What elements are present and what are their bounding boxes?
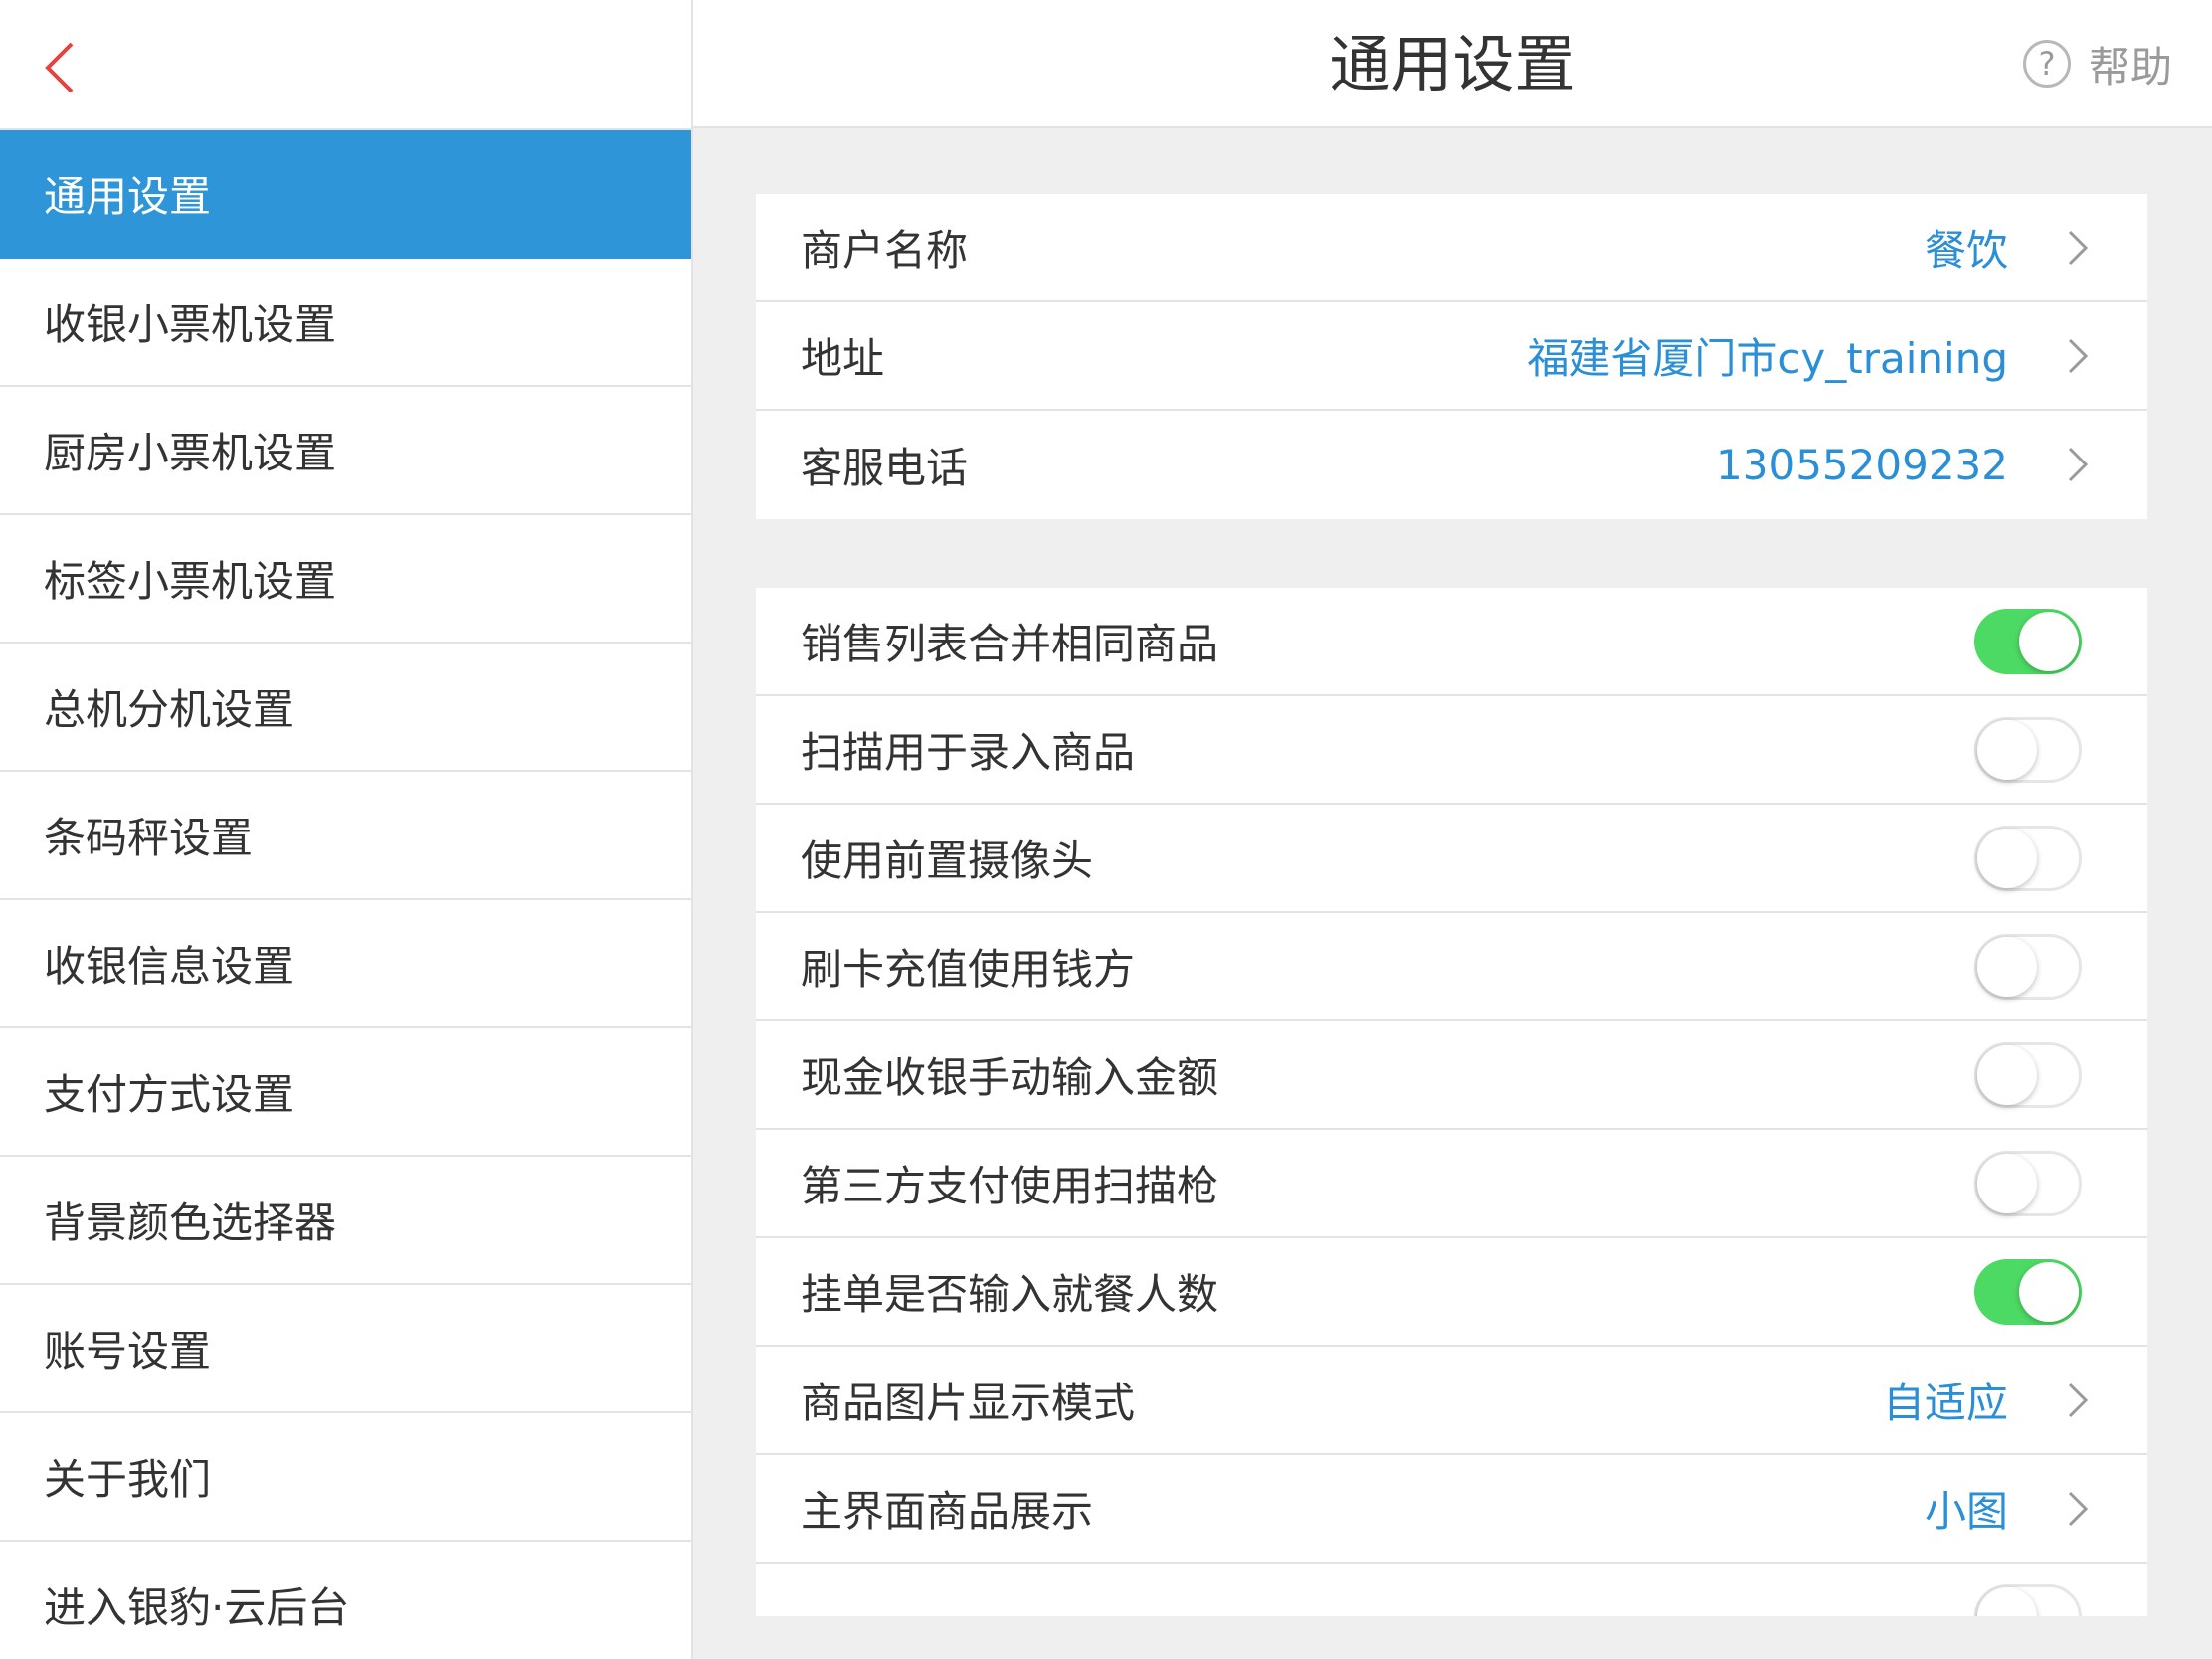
sidebar-item-barcode-scale[interactable]: 条码秤设置 bbox=[0, 772, 691, 900]
toggle-knob bbox=[2019, 612, 2079, 671]
chevron-right-icon bbox=[2068, 1382, 2089, 1418]
toggle-knob bbox=[1977, 1587, 2037, 1616]
back-chevron-icon[interactable] bbox=[40, 38, 80, 97]
image-mode-label: 商品图片显示模式 bbox=[801, 1379, 1136, 1427]
address-value: 福建省厦门市cy_training bbox=[1527, 334, 2008, 383]
cash-manual-label: 现金收银手动输入金额 bbox=[801, 1053, 1219, 1102]
main-display-label: 主界面商品展示 bbox=[801, 1487, 1094, 1536]
merge-items-toggle[interactable] bbox=[1974, 609, 2082, 674]
third-party-scanner-label: 第三方支付使用扫描枪 bbox=[801, 1162, 1219, 1210]
sidebar-item-general-settings[interactable]: 通用设置 bbox=[0, 130, 691, 259]
sidebar-top bbox=[0, 0, 691, 130]
chevron-right-icon bbox=[2068, 447, 2089, 482]
image-mode-value: 自适应 bbox=[1882, 1379, 2008, 1427]
address-label: 地址 bbox=[801, 334, 885, 383]
sidebar-item-cashier-info[interactable]: 收银信息设置 bbox=[0, 900, 691, 1028]
main-display-value: 小图 bbox=[1924, 1487, 2008, 1536]
card-recharge-row: 刷卡充值使用钱方 bbox=[756, 913, 2147, 1021]
scan-input-row: 扫描用于录入商品 bbox=[756, 696, 2147, 805]
third-party-scanner-toggle[interactable] bbox=[1974, 1151, 2082, 1216]
toggle-knob bbox=[2019, 1262, 2079, 1322]
merge-items-label: 销售列表合并相同商品 bbox=[801, 620, 1219, 668]
phone-value: 13055209232 bbox=[1716, 441, 2008, 489]
scan-input-toggle[interactable] bbox=[1974, 717, 2082, 783]
front-camera-label: 使用前置摄像头 bbox=[801, 836, 1094, 885]
chevron-right-icon bbox=[2068, 1491, 2089, 1527]
phone-row[interactable]: 客服电话 13055209232 bbox=[756, 411, 2147, 519]
sidebar-item-master-slave[interactable]: 总机分机设置 bbox=[0, 644, 691, 772]
hold-order-diners-label: 挂单是否输入就餐人数 bbox=[801, 1270, 1219, 1319]
store-info-group: 商户名称 餐饮 地址 福建省厦门市cy_training 客服电话 130552… bbox=[756, 194, 2147, 519]
toggle-knob bbox=[1977, 720, 2037, 780]
sidebar-item-payment-methods[interactable]: 支付方式设置 bbox=[0, 1028, 691, 1157]
chevron-right-icon bbox=[2068, 230, 2089, 266]
help-label: 帮助 bbox=[2088, 42, 2172, 92]
toggle-knob bbox=[1977, 829, 2037, 888]
cash-manual-row: 现金收银手动输入金额 bbox=[756, 1021, 2147, 1130]
front-camera-row: 使用前置摄像头 bbox=[756, 805, 2147, 913]
toggle-knob bbox=[1977, 1154, 2037, 1213]
store-name-value: 餐饮 bbox=[1924, 226, 2008, 275]
scan-input-label: 扫描用于录入商品 bbox=[801, 728, 1136, 777]
image-mode-row[interactable]: 商品图片显示模式 自适应 bbox=[756, 1347, 2147, 1455]
sidebar-item-cashier-printer[interactable]: 收银小票机设置 bbox=[0, 259, 691, 387]
sidebar-item-background-color[interactable]: 背景颜色选择器 bbox=[0, 1157, 691, 1285]
cash-manual-toggle[interactable] bbox=[1974, 1042, 2082, 1108]
help-icon: ? bbox=[2022, 40, 2071, 88]
address-row[interactable]: 地址 福建省厦门市cy_training bbox=[756, 302, 2147, 411]
partial-toggle[interactable] bbox=[1974, 1584, 2082, 1616]
main-display-row[interactable]: 主界面商品展示 小图 bbox=[756, 1455, 2147, 1564]
sidebar: 通用设置 收银小票机设置 厨房小票机设置 标签小票机设置 总机分机设置 条码秤设… bbox=[0, 0, 693, 1659]
sidebar-item-account[interactable]: 账号设置 bbox=[0, 1285, 691, 1413]
hold-order-diners-row: 挂单是否输入就餐人数 bbox=[756, 1238, 2147, 1347]
help-button[interactable]: ? 帮助 bbox=[2022, 34, 2172, 93]
partial-row bbox=[756, 1564, 2147, 1616]
merge-items-row: 销售列表合并相同商品 bbox=[756, 588, 2147, 696]
sidebar-item-kitchen-printer[interactable]: 厨房小票机设置 bbox=[0, 387, 691, 515]
header: 通用设置 ? 帮助 bbox=[693, 0, 2212, 128]
sidebar-item-about-us[interactable]: 关于我们 bbox=[0, 1413, 691, 1542]
card-recharge-label: 刷卡充值使用钱方 bbox=[801, 945, 1136, 994]
toggle-knob bbox=[1977, 937, 2037, 997]
toggle-knob bbox=[1977, 1045, 2037, 1105]
hold-order-diners-toggle[interactable] bbox=[1974, 1259, 2082, 1325]
settings-group: 销售列表合并相同商品 扫描用于录入商品 使用前置摄像头 刷卡充值使用钱方 现金收… bbox=[756, 588, 2147, 1616]
sidebar-item-label-printer[interactable]: 标签小票机设置 bbox=[0, 515, 691, 644]
card-recharge-toggle[interactable] bbox=[1974, 934, 2082, 1000]
third-party-scanner-row: 第三方支付使用扫描枪 bbox=[756, 1130, 2147, 1238]
chevron-right-icon bbox=[2068, 338, 2089, 374]
sidebar-item-cloud-backend[interactable]: 进入银豹·云后台 bbox=[0, 1542, 691, 1659]
store-name-row[interactable]: 商户名称 餐饮 bbox=[756, 194, 2147, 302]
store-name-label: 商户名称 bbox=[801, 226, 969, 275]
front-camera-toggle[interactable] bbox=[1974, 826, 2082, 891]
phone-label: 客服电话 bbox=[801, 444, 969, 492]
page-title: 通用设置 bbox=[1329, 28, 1576, 100]
